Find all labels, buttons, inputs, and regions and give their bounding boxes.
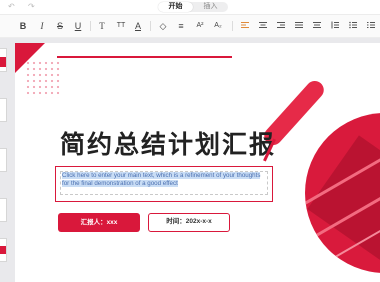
bullet-list-icon[interactable]	[348, 19, 358, 33]
line-spacing-icon[interactable]	[330, 19, 340, 33]
reporter-label[interactable]: 汇报人：xxx	[58, 213, 140, 232]
redo-icon[interactable]: ↷	[28, 2, 35, 12]
superscript-button[interactable]: A²	[194, 19, 206, 33]
fill-icon[interactable]: ◇	[158, 19, 168, 33]
distribute-icon[interactable]	[312, 19, 322, 33]
bold-button[interactable]: B	[18, 19, 28, 33]
slide-thumbnail[interactable]	[0, 238, 7, 262]
body-text[interactable]: Click here to enter your main text, whic…	[62, 172, 268, 188]
dot-pattern	[25, 60, 61, 98]
top-bar: ↶ ↷ 开始 插入	[0, 0, 380, 15]
slide-thumbnail[interactable]	[0, 98, 7, 122]
align-right-icon[interactable]	[276, 19, 286, 33]
slide-title[interactable]: 简约总结计划汇报	[60, 130, 276, 160]
align-center-icon[interactable]	[258, 19, 268, 33]
strikethrough-button[interactable]: S	[55, 19, 65, 33]
clear-format-icon[interactable]: ≡	[176, 19, 186, 33]
subscript-button[interactable]: A₂	[212, 19, 224, 33]
align-left-icon[interactable]	[240, 19, 250, 33]
underline-button[interactable]: U	[73, 19, 83, 33]
tab-insert[interactable]: 插入	[193, 2, 228, 12]
slide-thumbnails	[0, 38, 7, 282]
italic-button[interactable]: I	[37, 19, 47, 33]
ribbon-tabs: 开始 插入	[158, 2, 228, 12]
slide-thumbnail[interactable]	[0, 198, 7, 222]
slide-canvas[interactable]	[15, 43, 380, 282]
formatting-toolbar: B I S U T TT A ◇ ≡ A² A₂	[0, 15, 380, 38]
numbered-list-icon[interactable]	[366, 19, 376, 33]
toolbar-divider	[150, 21, 151, 31]
undo-icon[interactable]: ↶	[8, 2, 15, 12]
circle-image-decoration	[305, 113, 380, 273]
toolbar-divider	[232, 21, 233, 31]
justify-icon[interactable]	[294, 19, 304, 33]
time-label[interactable]: 时间：202x-x-x	[148, 213, 230, 232]
selected-text[interactable]: Click here to enter your main text, whic…	[62, 172, 261, 187]
text-style-button[interactable]: T	[97, 19, 107, 33]
text-height-button[interactable]: TT	[114, 19, 128, 33]
slide-thumbnail[interactable]	[0, 148, 7, 172]
font-color-button[interactable]: A	[133, 19, 143, 33]
slide-thumbnail[interactable]	[0, 48, 7, 72]
accent-line	[57, 56, 232, 58]
toolbar-divider	[90, 21, 91, 31]
tab-start[interactable]: 开始	[158, 2, 193, 12]
